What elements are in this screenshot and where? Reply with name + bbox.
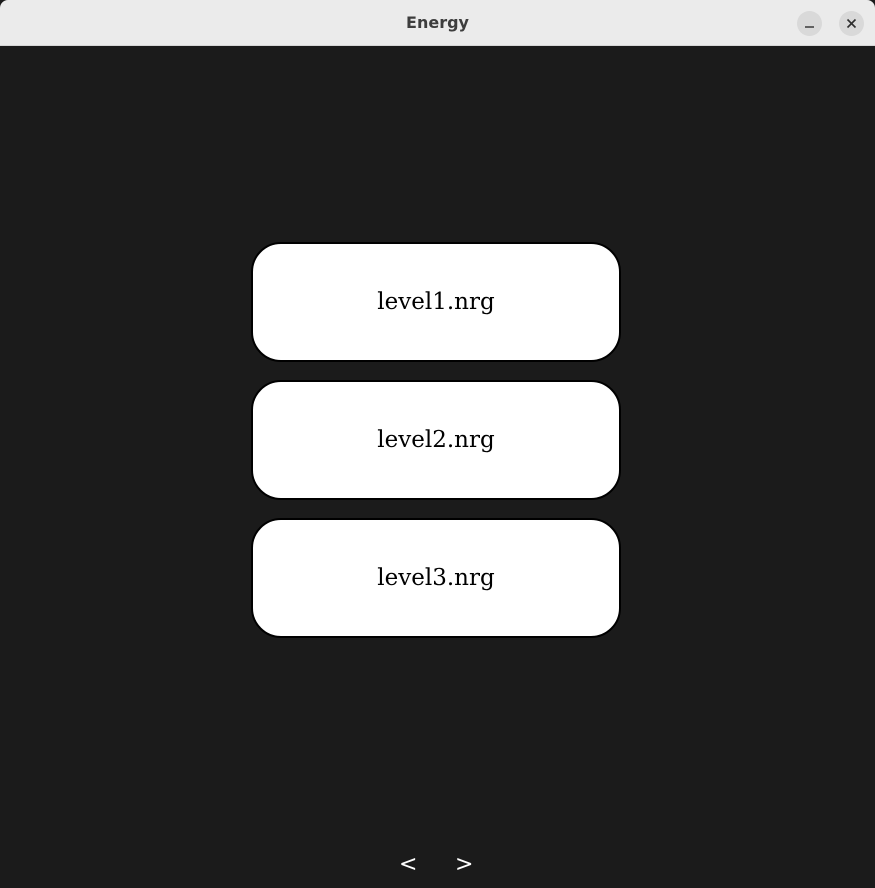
next-page-button[interactable]: > [455,851,473,879]
level-button-1[interactable]: level1.nrg [251,242,621,362]
close-icon [846,18,857,29]
level-button-2[interactable]: level2.nrg [251,380,621,500]
level-label: level3.nrg [377,565,495,591]
level-label: level2.nrg [377,427,495,453]
level-label: level1.nrg [377,289,495,315]
minimize-icon [805,26,814,28]
previous-page-button[interactable]: < [399,851,417,879]
window-title: Energy [406,13,469,32]
close-button[interactable] [839,11,864,36]
minimize-button[interactable] [797,11,822,36]
level-button-3[interactable]: level3.nrg [251,518,621,638]
app-window: Energy level1.nrg level2.nrg level3.nrg … [0,0,875,888]
title-bar[interactable]: Energy [0,0,875,46]
